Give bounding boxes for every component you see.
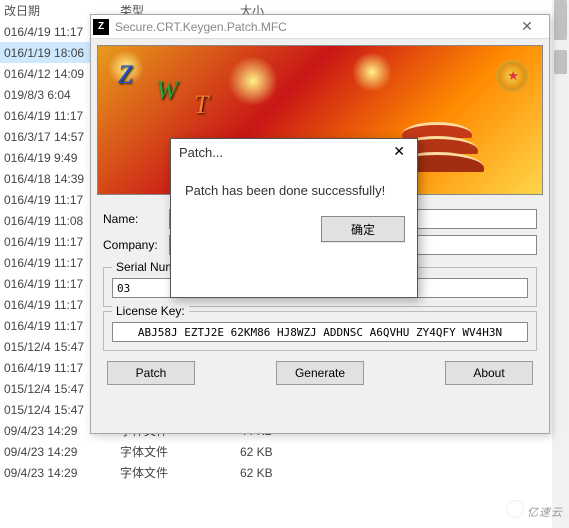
cloud-icon	[506, 500, 524, 518]
cell-size: 62 KB	[240, 466, 300, 480]
cell-date: 09/4/23 14:29	[0, 466, 120, 480]
app-icon: Z	[93, 19, 109, 35]
button-row: Patch Generate About	[91, 355, 549, 395]
scroll-thumb[interactable]	[554, 50, 567, 74]
table-row[interactable]: 09/4/23 14:29字体文件62 KB	[0, 441, 380, 462]
license-input[interactable]	[112, 322, 528, 342]
banner-letter-w: W	[156, 76, 178, 106]
license-groupbox: License Key:	[103, 311, 537, 351]
cell-date: 09/4/23 14:29	[0, 445, 120, 459]
dialog-message: Patch has been done successfully!	[171, 165, 417, 206]
vertical-scrollbar[interactable]	[552, 0, 569, 528]
banner-letter-t: T	[194, 90, 208, 120]
cell-type: 字体文件	[120, 464, 240, 481]
window-title: Secure.CRT.Keygen.Patch.MFC	[115, 20, 507, 34]
cell-type: 字体文件	[120, 443, 240, 460]
star-icon: ★	[507, 68, 519, 84]
name-label: Name:	[103, 212, 169, 226]
scroll-thumb[interactable]	[554, 0, 567, 40]
close-icon[interactable]: ✕	[507, 18, 547, 35]
titlebar[interactable]: Z Secure.CRT.Keygen.Patch.MFC ✕	[91, 15, 549, 39]
patch-dialog: Patch... ✕ Patch has been done successfu…	[170, 138, 418, 298]
firework-icon	[228, 56, 278, 106]
dialog-title: Patch...	[171, 139, 417, 165]
license-legend: License Key:	[112, 304, 189, 318]
generate-button[interactable]: Generate	[276, 361, 364, 385]
ok-button[interactable]: 确定	[321, 216, 405, 242]
patch-button[interactable]: Patch	[107, 361, 195, 385]
company-label: Company:	[103, 238, 169, 252]
firework-icon	[352, 52, 392, 92]
banner-letter-z: Z	[118, 60, 132, 90]
close-icon[interactable]: ✕	[387, 143, 411, 160]
watermark-text: 亿速云	[527, 504, 563, 520]
table-row[interactable]: 09/4/23 14:29字体文件62 KB	[0, 462, 380, 483]
about-button[interactable]: About	[445, 361, 533, 385]
cell-size: 62 KB	[240, 445, 300, 459]
